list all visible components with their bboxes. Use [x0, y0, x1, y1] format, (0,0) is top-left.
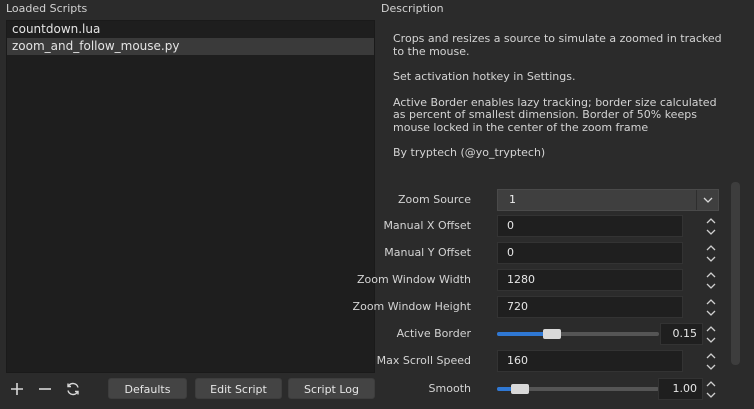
- zoom-window-width-stepper[interactable]: [703, 269, 719, 291]
- description-title: Description: [381, 2, 444, 15]
- manual-x-offset-input[interactable]: 0: [497, 215, 683, 237]
- defaults-button[interactable]: Defaults: [108, 378, 187, 399]
- description-paragraph: Crops and resizes a source to simulate a…: [393, 32, 722, 58]
- active-border-slider[interactable]: [497, 323, 659, 345]
- max-scroll-speed-stepper[interactable]: [703, 350, 719, 372]
- refresh-icon[interactable]: [62, 378, 84, 400]
- zoom-window-height-stepper[interactable]: [703, 296, 719, 318]
- smooth-stepper[interactable]: [703, 378, 719, 400]
- manual-y-offset-stepper[interactable]: [703, 242, 719, 264]
- loaded-scripts-title: Loaded Scripts: [6, 2, 88, 15]
- manual-y-offset-row: Manual Y Offset 0: [381, 242, 721, 264]
- chevron-up-icon[interactable]: [703, 350, 719, 361]
- chevron-up-icon[interactable]: [703, 323, 719, 334]
- chevron-down-icon[interactable]: [703, 389, 719, 400]
- chevron-up-icon[interactable]: [703, 215, 719, 226]
- active-border-value[interactable]: 0.15: [660, 323, 703, 345]
- slider-handle[interactable]: [543, 329, 561, 339]
- active-border-stepper[interactable]: [703, 323, 719, 345]
- max-scroll-speed-label: Max Scroll Speed: [376, 354, 471, 367]
- script-list[interactable]: countdown.lua zoom_and_follow_mouse.py: [6, 20, 375, 373]
- smooth-slider[interactable]: [497, 378, 659, 400]
- max-scroll-speed-row: Max Scroll Speed 160: [377, 350, 721, 372]
- smooth-label: Smooth: [428, 382, 471, 395]
- zoom-source-value: 1: [509, 193, 516, 206]
- manual-x-offset-stepper[interactable]: [703, 215, 719, 237]
- slider-handle[interactable]: [511, 384, 529, 394]
- chevron-down-icon[interactable]: [703, 226, 719, 237]
- zoom-window-height-row: Zoom Window Height 720: [353, 296, 721, 318]
- active-border-row: Active Border 0.15: [381, 323, 721, 345]
- zoom-window-width-input[interactable]: 1280: [497, 269, 683, 291]
- manual-y-offset-label: Manual Y Offset: [384, 246, 471, 259]
- zoom-source-row: Zoom Source 1: [381, 189, 721, 211]
- chevron-down-icon[interactable]: [703, 253, 719, 264]
- script-item-countdown[interactable]: countdown.lua: [7, 21, 374, 38]
- description-paragraph: Set activation hotkey in Settings.: [393, 70, 576, 83]
- max-scroll-speed-input[interactable]: 160: [497, 350, 683, 372]
- manual-y-offset-input[interactable]: 0: [497, 242, 683, 264]
- chevron-up-icon[interactable]: [703, 269, 719, 280]
- minus-icon[interactable]: [34, 378, 56, 400]
- zoom-window-width-label: Zoom Window Width: [356, 273, 471, 286]
- chevron-up-icon[interactable]: [703, 242, 719, 253]
- zoom-window-height-input[interactable]: 720: [497, 296, 683, 318]
- script-description: Crops and resizes a source to simulate a…: [393, 32, 723, 173]
- chevron-down-icon[interactable]: [703, 307, 719, 318]
- scripts-toolbar: Defaults Edit Script Script Log: [6, 376, 375, 402]
- chevron-down-icon[interactable]: [696, 190, 718, 210]
- properties-scrollbar[interactable]: [731, 182, 740, 365]
- manual-x-offset-label: Manual X Offset: [383, 219, 471, 232]
- description-paragraph: Active Border enables lazy tracking; bor…: [393, 95, 717, 134]
- script-item-zoom-and-follow-mouse[interactable]: zoom_and_follow_mouse.py: [7, 38, 374, 55]
- edit-script-button[interactable]: Edit Script: [195, 378, 282, 399]
- active-border-label: Active Border: [396, 327, 471, 340]
- zoom-source-label: Zoom Source: [398, 193, 471, 206]
- zoom-window-width-row: Zoom Window Width 1280: [357, 269, 721, 291]
- script-log-button[interactable]: Script Log: [288, 378, 375, 399]
- zoom-window-height-label: Zoom Window Height: [352, 300, 471, 313]
- smooth-row: Smooth 1.00: [381, 378, 721, 400]
- chevron-down-icon[interactable]: [703, 361, 719, 372]
- zoom-source-select[interactable]: 1: [497, 189, 719, 211]
- plus-icon[interactable]: [6, 378, 28, 400]
- manual-x-offset-row: Manual X Offset 0: [381, 215, 721, 237]
- smooth-value[interactable]: 1.00: [658, 378, 703, 400]
- chevron-down-icon[interactable]: [703, 334, 719, 345]
- chevron-up-icon[interactable]: [703, 378, 719, 389]
- description-paragraph: By tryptech (@yo_tryptech): [393, 146, 546, 159]
- chevron-up-icon[interactable]: [703, 296, 719, 307]
- chevron-down-icon[interactable]: [703, 280, 719, 291]
